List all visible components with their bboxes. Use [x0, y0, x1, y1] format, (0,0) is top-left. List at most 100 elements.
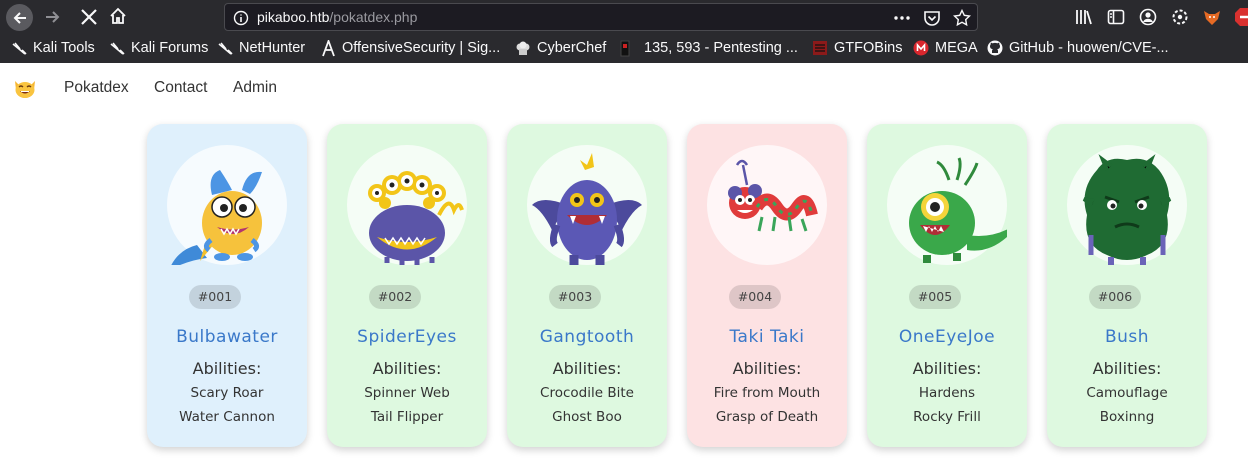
bookmark-label: Kali Tools — [33, 40, 95, 56]
toolbar-right — [1074, 7, 1248, 27]
abilities-heading: Abilities: — [552, 359, 622, 378]
bookmark-label: Kali Forums — [131, 40, 209, 56]
bookmark-pentesting[interactable]: 135, 593 - Pentesting ... — [620, 38, 798, 58]
bookmark-offensive-security[interactable]: OffensiveSecurity | Sig... — [321, 38, 500, 58]
url-path: /pokatdex.php — [329, 9, 418, 25]
monster-name[interactable]: Bush — [1047, 327, 1207, 347]
monster-card[interactable]: #005 OneEyeJoe Abilities: Hardens Rocky … — [867, 124, 1027, 447]
mega-icon — [913, 40, 929, 56]
spidereyes-monster-image — [368, 171, 464, 265]
url-bar[interactable]: pikaboo.htb/pokatdex.php — [224, 3, 978, 31]
monster-id-badge: #003 — [549, 285, 601, 309]
bookmark-gtfobins[interactable]: GTFOBins — [812, 38, 902, 58]
info-icon[interactable] — [233, 10, 249, 26]
monster-id-badge: #004 — [729, 285, 781, 309]
ability-item: Boxinng — [1099, 409, 1155, 425]
bookmark-label: 135, 593 - Pentesting ... — [644, 40, 798, 56]
ability-item: Hardens — [918, 385, 976, 401]
library-icon[interactable] — [1074, 7, 1094, 27]
monster-portrait — [527, 145, 647, 265]
ability-item: Spinner Web — [364, 385, 450, 401]
ability-item: Water Cannon — [179, 409, 275, 425]
gtfobins-icon — [813, 41, 827, 55]
ability-item: Camouflage — [1086, 385, 1168, 401]
ability-item: Crocodile Bite — [540, 385, 634, 401]
kali-dragon-icon — [110, 41, 125, 55]
monster-card[interactable]: #002 SpiderEyes Abilities: Spinner Web T… — [327, 124, 487, 447]
chef-hat-icon — [516, 41, 530, 55]
home-icon — [110, 7, 126, 24]
close-icon — [81, 9, 97, 25]
ability-item: Scary Roar — [190, 385, 264, 401]
stop-button[interactable] — [77, 5, 101, 33]
browser-toolbar: pikaboo.htb/pokatdex.php — [0, 0, 1248, 34]
kali-dragon-icon — [218, 41, 233, 55]
account-icon[interactable] — [1138, 7, 1158, 27]
monster-name[interactable]: Gangtooth — [507, 327, 667, 347]
adblock-icon[interactable] — [1234, 7, 1248, 27]
ability-item: Fire from Mouth — [713, 385, 821, 401]
bookmark-label: GTFOBins — [834, 40, 903, 56]
monster-name[interactable]: OneEyeJoe — [867, 327, 1027, 347]
url-host: pikaboo.htb — [257, 9, 330, 25]
sidebar-icon[interactable] — [1106, 7, 1126, 27]
url-text: pikaboo.htb/pokatdex.php — [257, 9, 417, 25]
star-icon[interactable] — [953, 9, 971, 27]
monster-id-badge: #005 — [909, 285, 961, 309]
pocket-icon[interactable] — [923, 9, 941, 27]
bookmark-kali-tools[interactable]: Kali Tools — [12, 38, 95, 58]
url-actions — [893, 9, 971, 27]
abilities-heading: Abilities: — [372, 359, 442, 378]
bookmark-mega[interactable]: MEGA — [913, 38, 978, 58]
bush-monster-image — [1082, 154, 1172, 265]
github-icon — [987, 40, 1003, 56]
monster-card[interactable]: #004 Taki Taki Abilities: Fire from Mout… — [687, 124, 847, 447]
monster-name[interactable]: Taki Taki — [687, 327, 847, 347]
bulbawater-monster-image — [171, 170, 262, 265]
monster-id-badge: #001 — [189, 285, 241, 309]
browser-chrome: pikaboo.htb/pokatdex.php Kali Tools Kali… — [0, 0, 1248, 63]
abilities-heading: Abilities: — [732, 359, 802, 378]
monster-card[interactable]: #006 Bush Abilities: Camouflage Boxinng — [1047, 124, 1207, 447]
bookmarks-toolbar: Kali Tools Kali Forums NetHunter Offensi… — [0, 34, 1248, 62]
offsec-icon — [322, 39, 335, 56]
hacktricks-icon — [620, 40, 630, 56]
monster-id-badge: #006 — [1089, 285, 1141, 309]
ability-item: Grasp of Death — [715, 409, 819, 425]
nav-link-pokatdex[interactable]: Pokatdex — [64, 79, 129, 97]
ability-item: Ghost Boo — [552, 409, 622, 425]
arrow-right-icon — [46, 11, 60, 23]
abilities-heading: Abilities: — [192, 359, 262, 378]
foxyproxy-icon[interactable] — [1202, 7, 1222, 27]
bookmark-github[interactable]: GitHub - huowen/CVE-... — [987, 38, 1169, 58]
monster-portrait — [707, 145, 827, 265]
bookmark-nethunter[interactable]: NetHunter — [218, 38, 305, 58]
monster-name[interactable]: Bulbawater — [147, 327, 307, 347]
forward-button[interactable] — [44, 6, 62, 32]
monster-portrait — [347, 145, 467, 265]
bookmark-label: OffensiveSecurity | Sig... — [342, 40, 501, 56]
home-button[interactable] — [108, 6, 128, 30]
monster-name[interactable]: SpiderEyes — [327, 327, 487, 347]
nav-link-admin[interactable]: Admin — [233, 79, 277, 97]
bookmark-cyberchef[interactable]: CyberChef — [515, 38, 606, 58]
bookmark-kali-forums[interactable]: Kali Forums — [110, 38, 208, 58]
monster-card[interactable]: #001 Bulbawater Abilities: Scary Roar Wa… — [147, 124, 307, 447]
cat-logo-icon[interactable] — [13, 77, 37, 99]
more-actions-icon[interactable] — [893, 9, 911, 27]
monster-card[interactable]: #003 Gangtooth Abilities: Crocodile Bite… — [507, 124, 667, 447]
monster-portrait — [887, 145, 1007, 265]
arrow-left-icon — [13, 11, 26, 24]
back-button[interactable] — [6, 4, 33, 31]
takitaki-monster-image — [728, 159, 818, 232]
abilities-heading: Abilities: — [1092, 359, 1162, 378]
settings-icon[interactable] — [1170, 7, 1190, 27]
bookmark-label: GitHub - huowen/CVE-... — [1009, 40, 1169, 56]
bookmark-label: MEGA — [935, 40, 978, 56]
site-navbar: Pokatdex Contact Admin — [0, 63, 1248, 113]
bookmark-label: NetHunter — [239, 40, 306, 56]
ability-item: Tail Flipper — [370, 409, 444, 425]
nav-link-contact[interactable]: Contact — [154, 79, 207, 97]
ability-item: Rocky Frill — [913, 409, 981, 425]
gangtooth-monster-image — [532, 153, 642, 265]
